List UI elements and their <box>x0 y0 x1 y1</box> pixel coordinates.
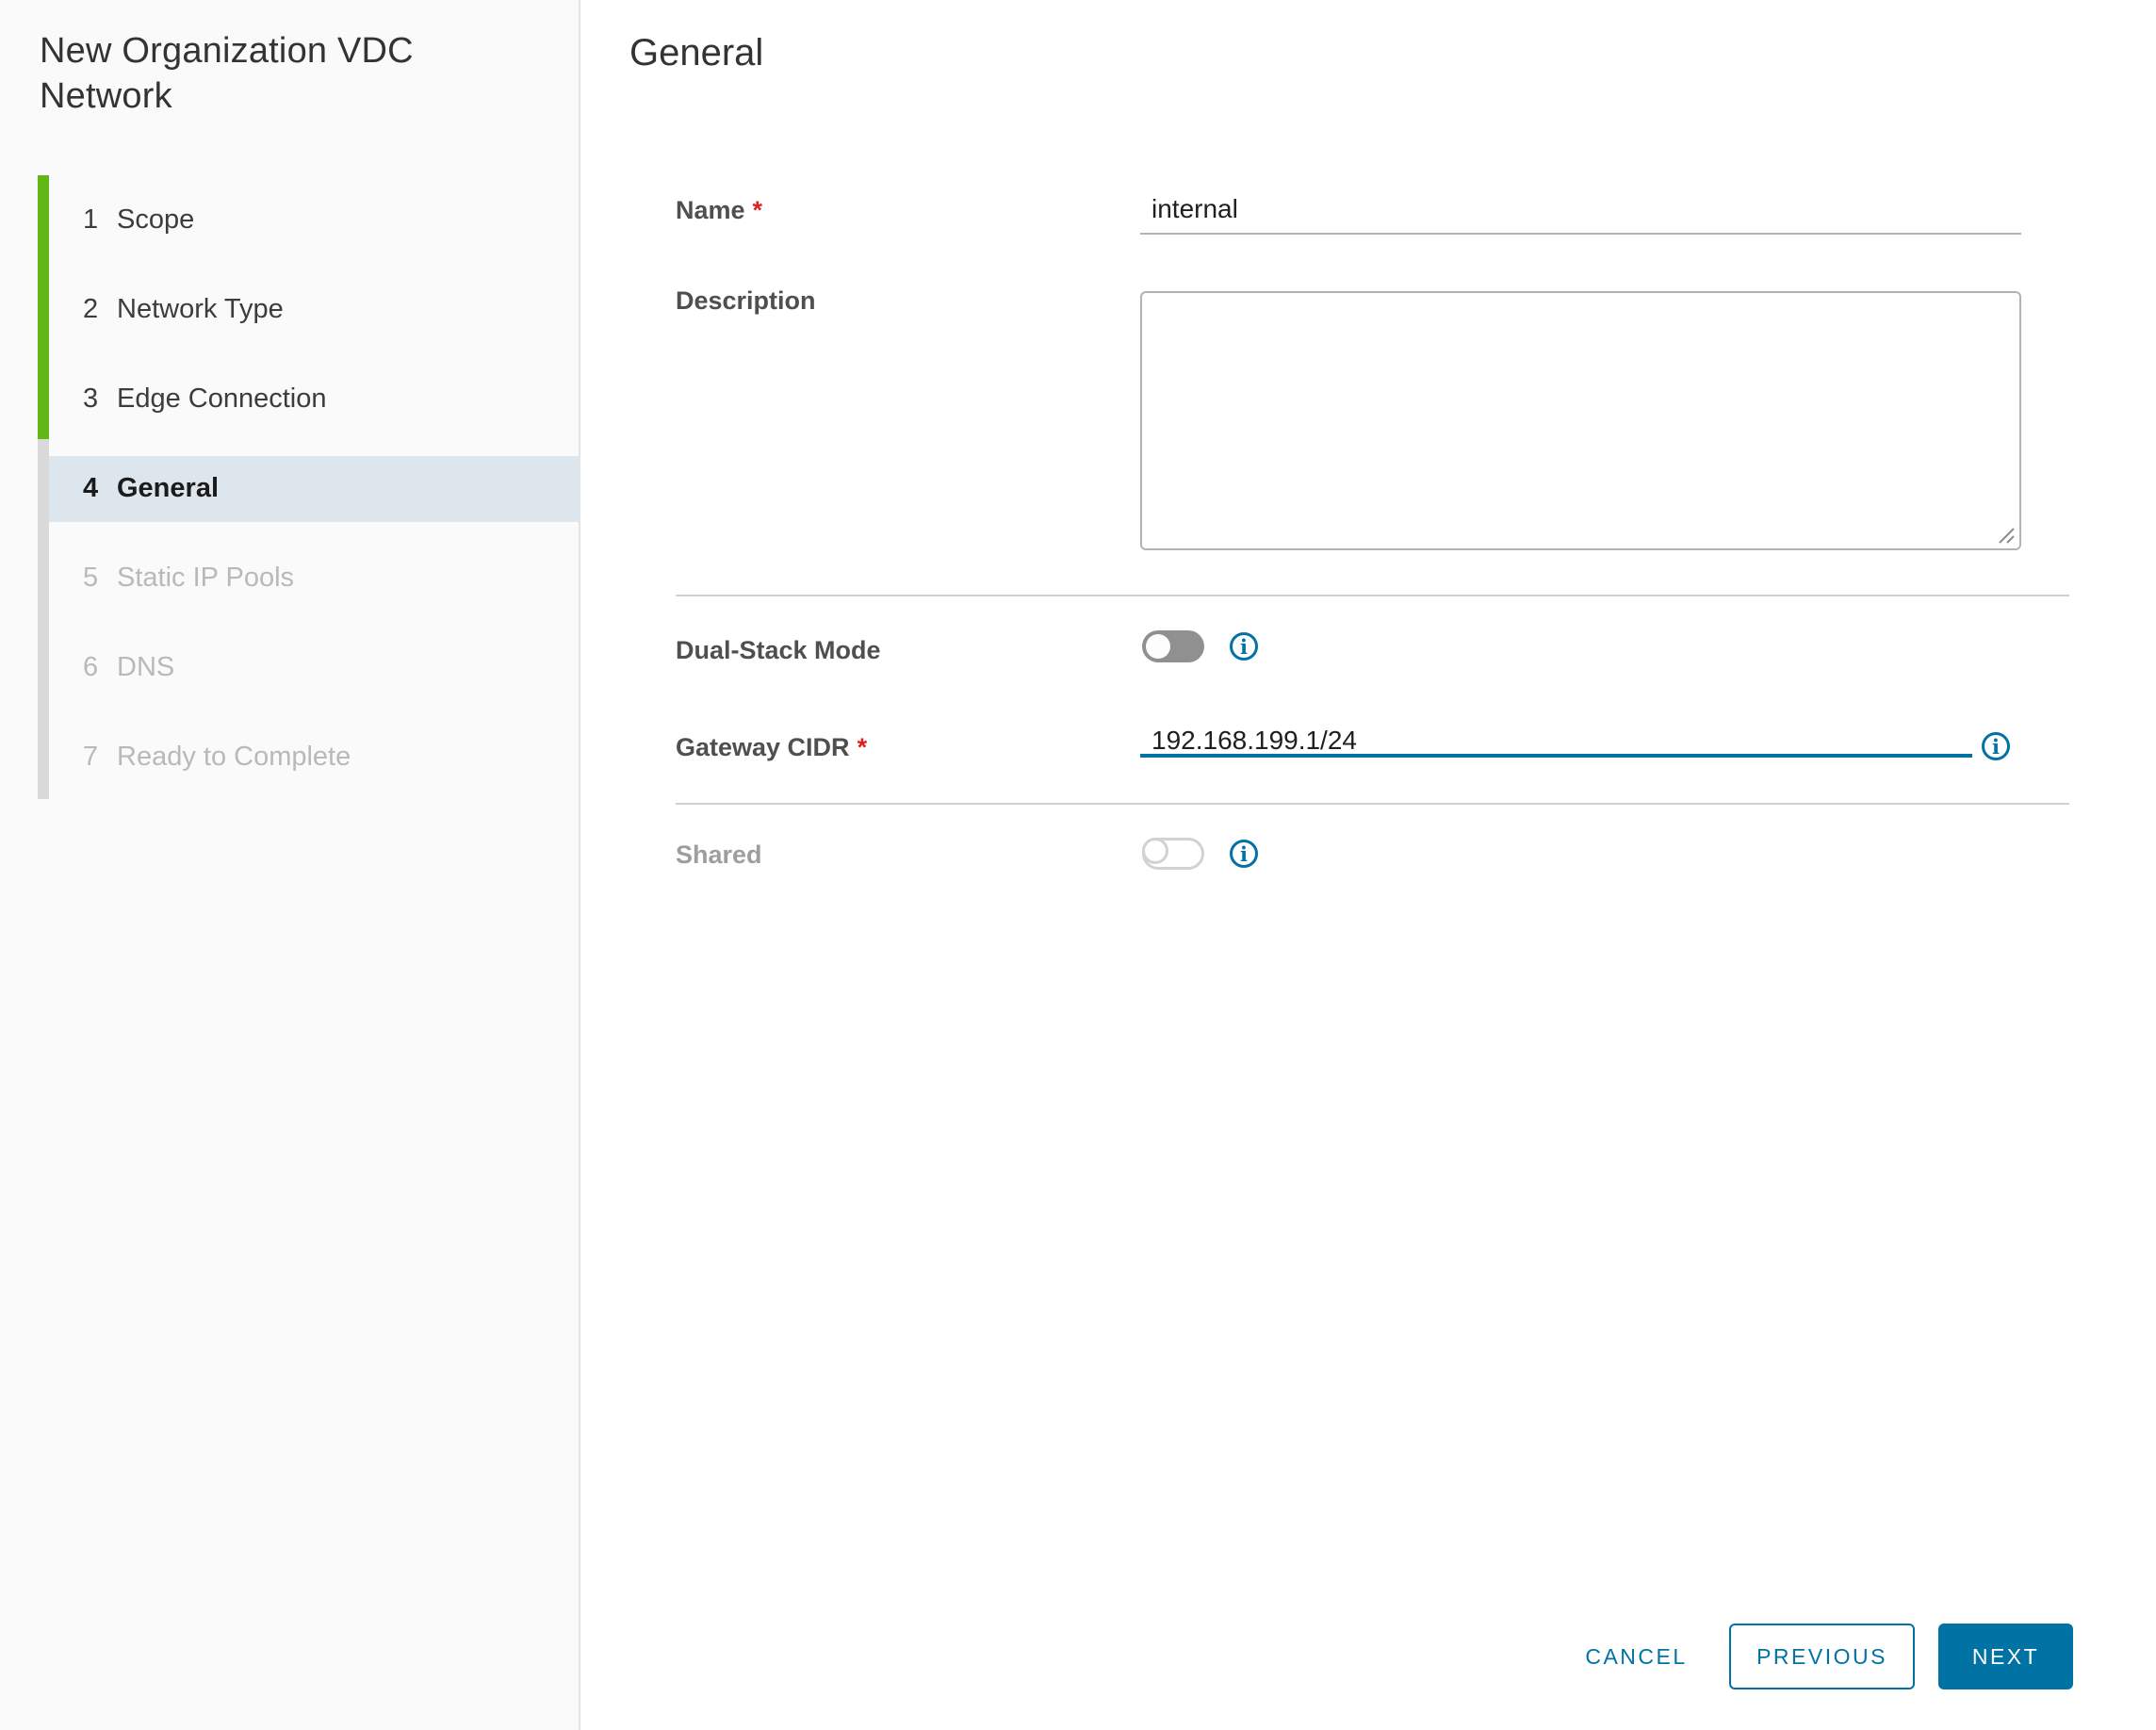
step-item-edge-connection[interactable]: 3 Edge Connection <box>0 354 580 444</box>
step-number: 7 <box>83 742 99 772</box>
dual-stack-toggle[interactable] <box>1142 630 1204 662</box>
gateway-cidr-info-icon[interactable]: i <box>1982 732 2010 760</box>
cancel-button[interactable]: CANCEL <box>1564 1624 1708 1689</box>
progress-track-remaining <box>38 439 49 799</box>
step-number: 4 <box>83 473 99 503</box>
step-label: Static IP Pools <box>117 563 295 593</box>
step-label: Scope <box>117 204 195 235</box>
gateway-cidr-label: Gateway CIDR * <box>676 733 868 761</box>
toggle-knob <box>1142 838 1168 864</box>
step-number: 1 <box>83 204 99 235</box>
name-input-underline <box>1140 233 2021 235</box>
resize-handle-icon[interactable] <box>1996 525 2015 544</box>
required-asterisk: * <box>857 733 868 761</box>
section-divider <box>676 803 2069 805</box>
dual-stack-label: Dual-Stack Mode <box>676 636 881 664</box>
step-label: DNS <box>117 652 175 682</box>
dual-stack-info-icon[interactable]: i <box>1230 632 1258 661</box>
wizard-title: New Organization VDC Network <box>40 31 414 116</box>
step-label: Network Type <box>117 294 284 324</box>
description-label: Description <box>676 286 816 315</box>
shared-label: Shared <box>676 841 762 869</box>
page-heading: General <box>629 32 764 73</box>
step-item-general[interactable]: 4 General <box>49 455 580 522</box>
gateway-cidr-focus-underline <box>1140 754 1972 758</box>
step-number: 2 <box>83 294 99 324</box>
step-number: 5 <box>83 563 99 593</box>
step-number: 6 <box>83 652 99 682</box>
step-item-static-ip-pools: 5 Static IP Pools <box>0 533 580 623</box>
name-input[interactable]: internal <box>1140 194 2021 234</box>
description-textarea[interactable] <box>1140 291 2021 550</box>
wizard-content-panel: General Name * internal Description Dual-… <box>582 0 2156 1730</box>
step-label: Edge Connection <box>117 384 327 414</box>
step-item-dns: 6 DNS <box>0 623 580 712</box>
step-label: Ready to Complete <box>117 742 351 772</box>
required-asterisk: * <box>752 196 763 224</box>
name-label: Name * <box>676 196 763 224</box>
previous-button[interactable]: PREVIOUS <box>1729 1624 1915 1689</box>
step-number: 3 <box>83 384 99 414</box>
shared-info-icon[interactable]: i <box>1230 840 1258 868</box>
step-item-ready-to-complete: 7 Ready to Complete <box>0 712 580 802</box>
progress-track-completed <box>38 175 49 439</box>
step-item-network-type[interactable]: 2 Network Type <box>0 265 580 354</box>
step-item-scope[interactable]: 1 Scope <box>0 175 580 265</box>
shared-toggle <box>1142 838 1204 870</box>
toggle-knob <box>1146 634 1170 659</box>
step-label: General <box>117 473 219 503</box>
next-button[interactable]: NEXT <box>1938 1624 2073 1689</box>
section-divider <box>676 595 2069 596</box>
wizard-sidebar: New Organization VDC Network 1 Scope 2 N… <box>0 0 580 1730</box>
step-list: 1 Scope 2 Network Type 3 Edge Connection… <box>0 175 580 802</box>
